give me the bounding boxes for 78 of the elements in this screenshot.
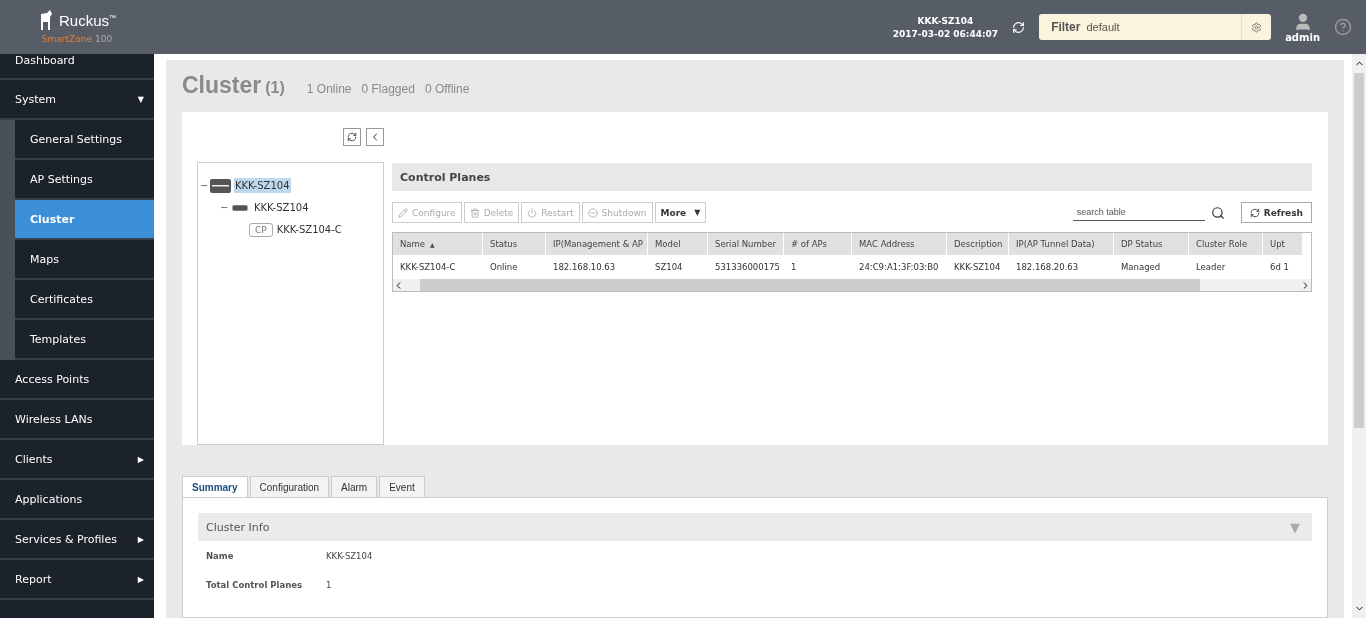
column-header[interactable]: Serial Number xyxy=(708,233,784,255)
nav-subitem[interactable]: Certificates xyxy=(15,280,154,320)
status-count: 1 Online xyxy=(306,82,352,96)
caret-icon: ▶ xyxy=(137,534,144,544)
refresh-icon xyxy=(347,131,357,142)
pencil-icon xyxy=(398,207,408,218)
brand-logo: Ruckus$^{™}$ xyxy=(59,11,116,29)
column-header[interactable]: Cluster Role xyxy=(1189,233,1263,255)
nav-subitem[interactable]: General Settings xyxy=(15,120,154,160)
nav-subitem[interactable]: Maps xyxy=(15,240,154,280)
table-cell-text: 182.168.20.63 xyxy=(1015,261,1080,274)
status-count: 0 Offline xyxy=(424,82,470,96)
search-icon xyxy=(1210,205,1225,220)
refresh-button[interactable]: Refresh xyxy=(1240,202,1312,223)
tab[interactable]: Configuration xyxy=(249,476,330,498)
table-cell-text: 6d 1 xyxy=(1269,261,1290,274)
product-name: SmartZone 100 xyxy=(41,34,113,44)
status-count: 0 Flagged xyxy=(361,82,415,96)
tab[interactable]: Summary xyxy=(182,476,248,498)
table-cell-text: 182.168.10.63 xyxy=(552,261,617,274)
column-header[interactable]: IP(AP Tunnel Data) xyxy=(1009,233,1114,255)
column-header[interactable]: Model xyxy=(648,233,708,255)
field-value: 1 xyxy=(326,579,332,590)
table-cell-text: KKK-SZ104-C xyxy=(399,261,457,274)
gear-icon xyxy=(1251,21,1263,33)
caret-icon: ▼ xyxy=(1290,519,1300,535)
tab[interactable]: Event xyxy=(379,476,425,498)
column-header[interactable]: DP Status xyxy=(1114,233,1189,255)
table-cell-text: SZ104 xyxy=(654,261,684,274)
nav-subitem[interactable]: AP Settings xyxy=(15,160,154,200)
collapse-toggle[interactable]: − xyxy=(220,202,227,214)
caret-icon: ▼ xyxy=(694,208,701,217)
tree-node[interactable]: KKK-SZ104 xyxy=(253,200,310,216)
caret-icon: ▶ xyxy=(137,454,144,464)
stop-icon xyxy=(587,207,598,218)
table-cell-text: 531336000175 xyxy=(714,261,781,274)
refresh-button[interactable] xyxy=(343,127,361,146)
action-button[interactable]: More ▼ xyxy=(654,202,707,223)
table-cell-text: Leader xyxy=(1195,261,1227,274)
nav-subitem[interactable]: Templates xyxy=(15,320,154,360)
field-value: KKK-SZ104 xyxy=(326,550,373,561)
cluster-name: KKK-SZ104 xyxy=(917,15,974,26)
cluster-count: (1) xyxy=(265,79,285,97)
caret-icon: ▼ xyxy=(137,94,144,104)
collapse-button[interactable] xyxy=(366,127,384,146)
column-header[interactable]: Upt xyxy=(1263,233,1303,255)
field-label: Total Control Planes xyxy=(206,579,304,590)
collapse-toggle[interactable]: − xyxy=(200,180,207,192)
server-icon xyxy=(230,202,250,213)
table-cell-text: 1 xyxy=(790,261,798,274)
panel-title: Control Planes xyxy=(392,163,1312,191)
date-time: 2017-03-02 06:44:07 xyxy=(892,28,999,39)
section-header[interactable]: Cluster Info ▼ xyxy=(198,513,1312,541)
column-header[interactable]: Description xyxy=(947,233,1009,255)
server-icon xyxy=(210,178,231,193)
power-icon xyxy=(527,207,538,218)
field-label: Name xyxy=(206,550,235,561)
table-cell-text: KKK-SZ104 xyxy=(953,261,1002,274)
cp-badge: CP xyxy=(249,222,273,237)
tree-node[interactable]: KKK-SZ104-C xyxy=(275,222,343,238)
table-cell-text: 24:C9:A1:3F:03:B0 xyxy=(858,261,940,274)
refresh-icon xyxy=(1249,207,1260,218)
page-title: Cluster xyxy=(182,72,262,99)
trash-icon xyxy=(469,207,480,218)
column-header[interactable]: IP(Management & AP xyxy=(546,233,648,255)
column-header[interactable]: MAC Address xyxy=(852,233,947,255)
table-cell-text: Managed xyxy=(1120,261,1162,274)
filter-field[interactable]: Filter default xyxy=(1039,14,1272,40)
vertical-scrollbar[interactable] xyxy=(1352,54,1366,618)
table-cell-text: Online xyxy=(489,261,519,274)
column-header[interactable]: Status xyxy=(483,233,546,255)
caret-icon: ▶ xyxy=(137,574,144,584)
column-header[interactable]: # of APs xyxy=(784,233,852,255)
tab[interactable]: Alarm xyxy=(331,476,378,498)
refresh-icon[interactable] xyxy=(1012,20,1026,34)
user-name[interactable]: admin xyxy=(1285,31,1320,43)
horizontal-scrollbar[interactable] xyxy=(393,279,1311,291)
tree-node[interactable]: KKK-SZ104 xyxy=(234,178,291,194)
